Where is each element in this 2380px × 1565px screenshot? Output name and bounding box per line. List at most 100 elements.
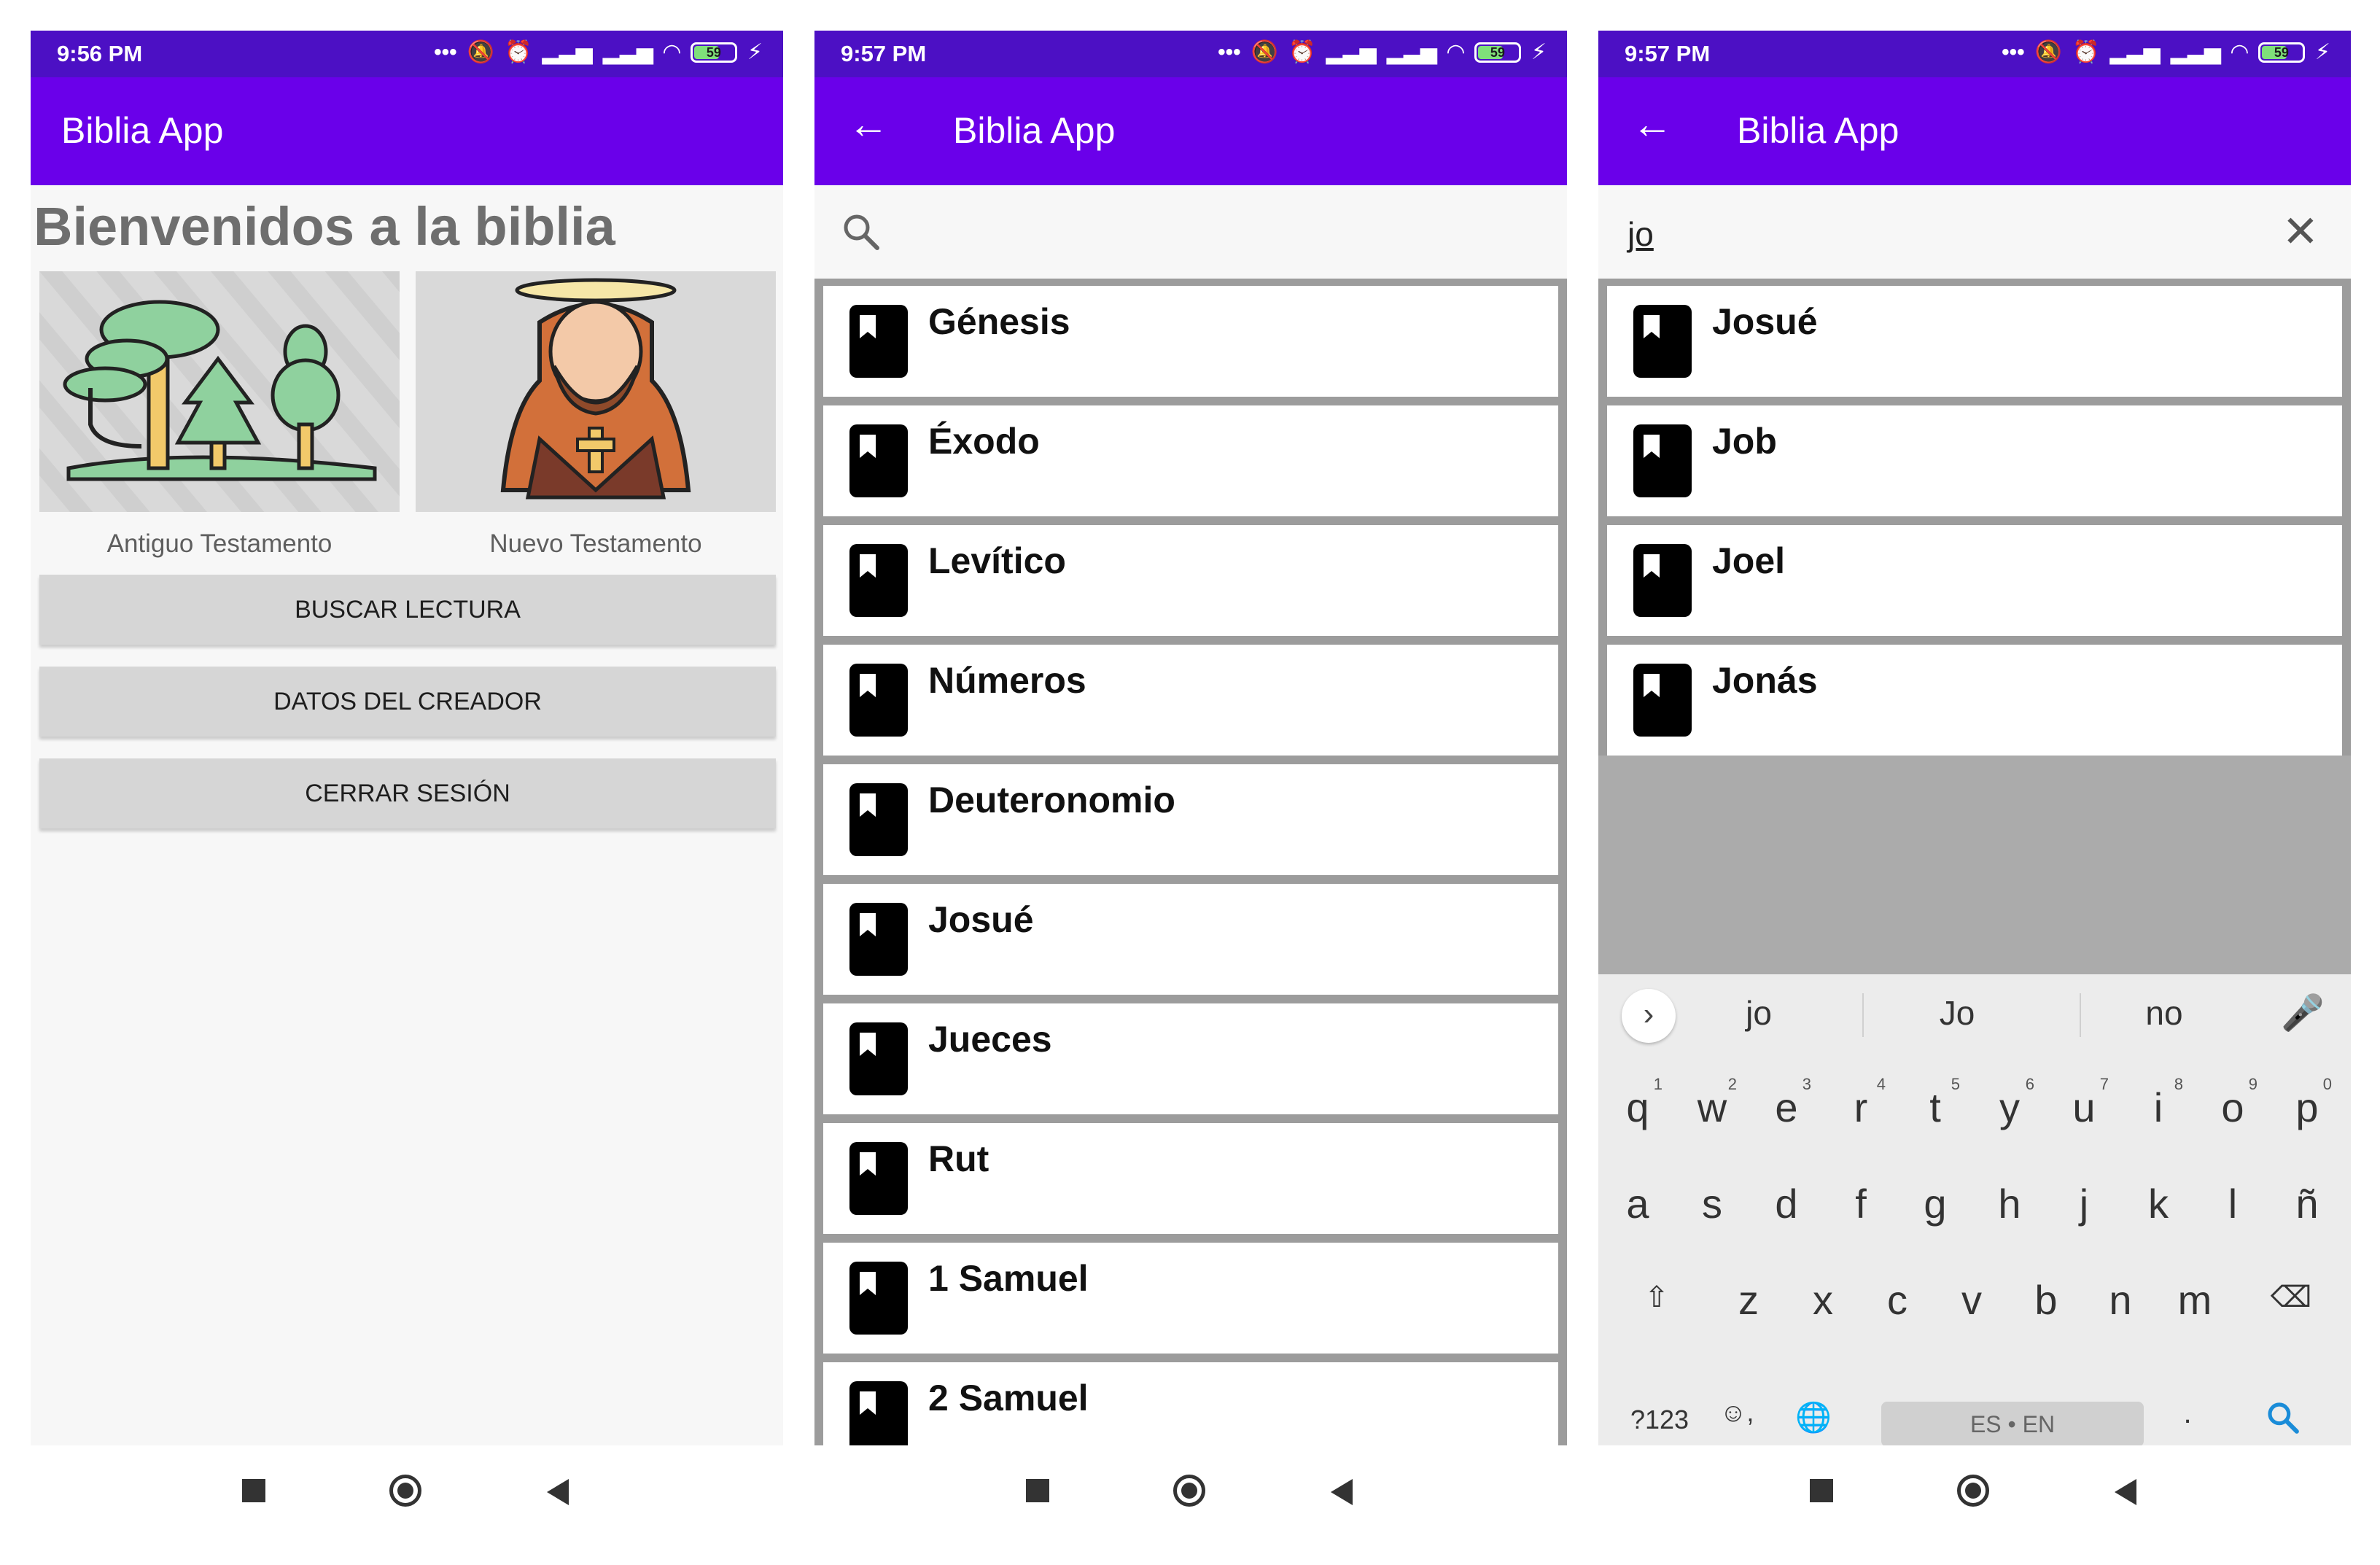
book-icon [1633,664,1692,737]
key[interactable]: d [1750,1180,1823,1227]
list-item[interactable]: Jonás [1607,645,2342,756]
mute-icon: 🔕 [1251,40,1279,64]
key[interactable]: c [1861,1276,1934,1324]
key[interactable]: b [2010,1276,2082,1324]
emoji-icon: ☺ [1719,1397,1747,1427]
key[interactable]: z [1712,1276,1785,1324]
key[interactable]: j [2048,1180,2120,1227]
home-button[interactable] [1173,1475,1205,1507]
search-reading-button[interactable]: BUSCAR LECTURA [39,575,776,645]
recents-button[interactable] [1810,1479,1833,1502]
list-item[interactable]: Josué [1607,286,2342,397]
symbols-key[interactable]: ?123 [1616,1405,1703,1435]
key[interactable]: f [1824,1180,1897,1227]
list-item[interactable]: 1 Samuel [823,1243,1558,1354]
search-icon[interactable] [2243,1400,2323,1442]
search-icon[interactable] [841,211,882,252]
more-icon: ••• [1218,39,1241,64]
list-item[interactable]: Génesis [823,286,1558,397]
shift-icon[interactable]: ⇧ [1620,1281,1693,1314]
list-item[interactable]: Joel [1607,525,2342,636]
suggestion[interactable]: jo [1693,993,1824,1033]
nav-bar [31,1445,783,1534]
recents-button[interactable] [242,1479,265,1502]
status-icons: ••• 🔕 ⏰ ▂▃▅ ▂▃▅ ◠ 59 ⚡ [2002,39,2330,65]
book-title: Joel [1712,540,1786,581]
key[interactable]: g [1899,1180,1972,1227]
status-icons: ••• 🔕 ⏰ ▂▃▅ ▂▃▅ ◠ 59 ⚡ [1218,39,1547,65]
list-item[interactable]: Números [823,645,1558,756]
key[interactable]: s [1676,1180,1749,1227]
key[interactable]: 2w [1676,1075,1749,1131]
search-input[interactable]: jo [1628,214,1654,254]
signal-icon: ▂▃▅ [1326,40,1377,64]
status-icons: ••• 🔕 ⏰ ▂▃▅ ▂▃▅ ◠ 59 ⚡ [434,39,763,65]
period-key[interactable]: . [2158,1397,2217,1430]
search-bar[interactable] [814,185,1567,279]
key[interactable]: 7u [2048,1075,2120,1131]
key[interactable]: 6y [1973,1075,2046,1131]
backspace-icon[interactable]: ⌫ [2255,1281,2328,1314]
list-item[interactable]: Éxodo [823,405,1558,516]
key[interactable]: 3e [1750,1075,1823,1131]
key[interactable]: k [2122,1180,2195,1227]
new-testament-card[interactable] [416,271,776,512]
suggestion-strip: › jo Jo no 🎤 [1598,974,2351,1055]
key[interactable]: 5t [1899,1075,1972,1131]
suggestion[interactable]: Jo [1891,993,2023,1033]
key[interactable]: ñ [2271,1180,2344,1227]
key[interactable]: h [1973,1180,2046,1227]
key[interactable]: 0p [2271,1075,2344,1131]
key[interactable]: x [1786,1276,1859,1324]
wifi-icon: ◠ [2231,40,2248,64]
book-icon [849,1381,908,1454]
key[interactable]: m [2158,1276,2231,1324]
key[interactable]: l [2196,1180,2269,1227]
suggestion[interactable]: no [2099,993,2230,1033]
app-title: Biblia App [61,110,224,151]
emoji-comma-key[interactable]: ☺, [1708,1397,1766,1428]
list-item[interactable]: Levítico [823,525,1558,636]
book-icon [849,1022,908,1095]
charging-icon: ⚡ [747,40,763,64]
search-bar[interactable]: jo ✕ [1598,185,2351,279]
alarm-icon: ⏰ [505,40,532,64]
arrow-left-icon[interactable]: ← [847,102,890,146]
new-testament-label: Nuevo Testamento [489,529,702,558]
key[interactable]: 8i [2122,1075,2195,1131]
close-icon[interactable]: ✕ [2282,210,2319,254]
status-bar: 9:57 PM ••• 🔕 ⏰ ▂▃▅ ▂▃▅ ◠ 59 ⚡ [1598,31,2351,77]
more-icon: ••• [434,39,457,64]
key[interactable]: a [1601,1180,1674,1227]
key[interactable]: 1q [1601,1075,1674,1131]
nav-back-button[interactable] [1331,1479,1353,1505]
wifi-icon: ◠ [663,40,680,64]
list-item[interactable]: Jueces [823,1003,1558,1114]
book-title: 2 Samuel [928,1378,1089,1418]
key[interactable]: n [2084,1276,2157,1324]
book-title: Jonás [1712,660,1818,701]
chevron-right-icon[interactable]: › [1622,989,1676,1043]
space-bar[interactable]: ES • EN [1881,1402,2144,1447]
key[interactable]: v [1935,1276,2008,1324]
creator-info-button[interactable]: DATOS DEL CREADOR [39,667,776,737]
book-title: 1 Samuel [928,1258,1089,1299]
key[interactable]: 9o [2196,1075,2269,1131]
key[interactable]: 4r [1824,1075,1897,1131]
arrow-left-icon[interactable]: ← [1630,102,1674,146]
recents-button[interactable] [1026,1479,1049,1502]
list-item[interactable]: Rut [823,1123,1558,1234]
old-testament-card[interactable] [39,271,400,512]
microphone-icon[interactable]: 🎤 [2281,992,2325,1033]
book-icon [849,664,908,737]
welcome-heading: Bienvenidos a la biblia [34,196,615,257]
logout-button[interactable]: CERRAR SESIÓN [39,758,776,828]
list-item[interactable]: Deuteronomio [823,764,1558,875]
globe-icon[interactable]: 🌐 [1781,1400,1846,1434]
nav-back-button[interactable] [2115,1479,2136,1505]
list-item[interactable]: Job [1607,405,2342,516]
nav-back-button[interactable] [547,1479,569,1505]
list-item[interactable]: Josué [823,884,1558,995]
home-button[interactable] [1957,1475,1989,1507]
home-button[interactable] [389,1475,421,1507]
